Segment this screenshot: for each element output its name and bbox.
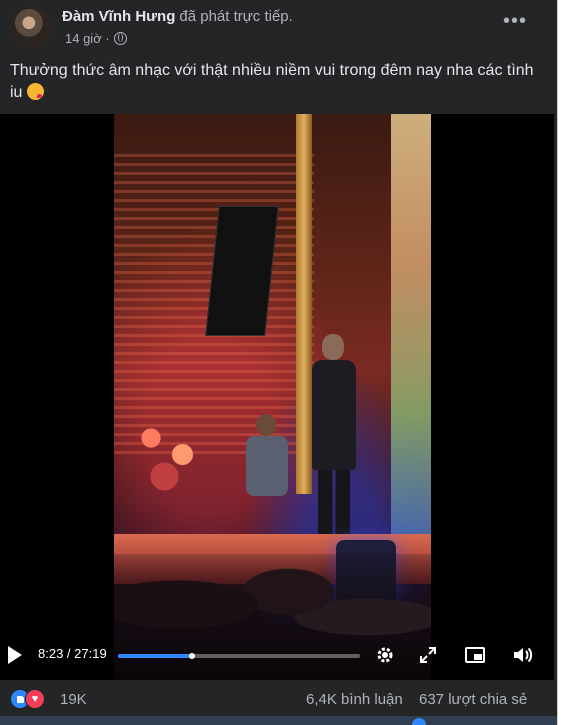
post-time[interactable]: 14 giờ · xyxy=(65,31,110,46)
stage-light-wall xyxy=(391,114,431,544)
author-name[interactable]: Đàm Vĩnh Hưng xyxy=(62,8,175,25)
page-edge xyxy=(557,0,571,725)
video-frame xyxy=(114,114,431,680)
comment-count[interactable]: 6,4K bình luận xyxy=(306,691,403,708)
post-action: đã phát trực tiếp. xyxy=(179,8,293,25)
share-count[interactable]: 637 lượt chia sẻ xyxy=(419,691,527,708)
musician xyxy=(244,414,290,524)
author-avatar[interactable] xyxy=(10,6,52,48)
next-post-edge xyxy=(0,716,557,725)
performer xyxy=(312,334,356,564)
video-time: 8:23 / 27:19 xyxy=(38,646,107,661)
reactions-bar: ♥ 19K 6,4K bình luận 637 lượt chia sẻ xyxy=(0,680,557,716)
volume-icon[interactable] xyxy=(510,642,536,668)
expand-icon[interactable] xyxy=(415,642,441,668)
stage-column xyxy=(296,114,312,494)
more-options-button[interactable]: ••• xyxy=(503,10,527,33)
kiss-emoji-icon xyxy=(26,83,44,100)
pip-icon[interactable] xyxy=(462,642,488,668)
video-player[interactable]: 8:23 / 27:19 xyxy=(0,114,554,680)
post-meta: 14 giờ · xyxy=(65,31,127,46)
progress-thumb[interactable] xyxy=(189,653,196,659)
partial-badge xyxy=(412,718,426,725)
drum-kit xyxy=(124,394,214,504)
reaction-count[interactable]: 19K xyxy=(60,691,87,708)
post-text-wrapper: Thưởng thức âm nhạc với thật nhiều niềm … xyxy=(10,60,540,104)
video-controls: 8:23 / 27:19 xyxy=(0,636,554,680)
author-line: Đàm Vĩnh Hưng đã phát trực tiếp. xyxy=(62,8,293,25)
progress-bar[interactable] xyxy=(118,653,360,659)
gear-icon[interactable] xyxy=(372,642,398,668)
post-header: Đàm Vĩnh Hưng đã phát trực tiếp. 14 giờ ·… xyxy=(10,6,547,54)
progress-fill xyxy=(118,654,193,658)
heart-icon: ♥ xyxy=(25,689,45,709)
post-text: Thưởng thức âm nhạc với thật nhiều niềm … xyxy=(10,62,534,101)
reaction-icons[interactable]: ♥ xyxy=(10,689,50,709)
facebook-post: Đàm Vĩnh Hưng đã phát trực tiếp. 14 giờ ·… xyxy=(0,0,557,716)
play-icon[interactable] xyxy=(8,646,22,664)
globe-icon xyxy=(113,32,127,45)
